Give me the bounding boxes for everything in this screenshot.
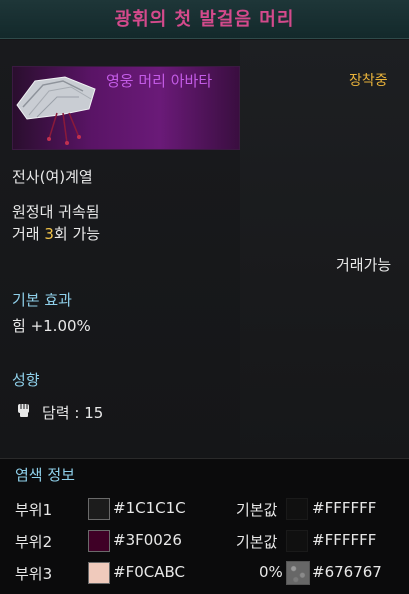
fist-icon (18, 404, 29, 417)
dye-info-heading: 염색 정보 (15, 466, 75, 484)
dye-part-1-base-hex: #FFFFFF (312, 499, 377, 517)
tendency-heading: 성향 (12, 371, 40, 389)
hair-accessory-icon (16, 76, 96, 145)
trade-count: 거래 3회 가능 (12, 225, 101, 243)
tendency-courage: 담력 : 15 (42, 404, 104, 422)
dye-part-2-base-label: 기본값 (236, 533, 278, 551)
equipped-status: 장착중 (349, 73, 388, 89)
dye-part-2-base-hex: #FFFFFF (312, 531, 377, 549)
dye-part-3-swatch (88, 562, 110, 584)
item-title: 광휘의 첫 발걸음 머리 (114, 9, 295, 30)
tradeable-label: 거래가능 (336, 256, 392, 274)
item-grade-type: 영웅 머리 아바타 (106, 72, 213, 90)
tooltip-header: 광휘의 첫 발걸음 머리 (0, 0, 409, 39)
dye-part-1-label: 부위1 (15, 501, 53, 519)
pattern-texture-icon (286, 561, 310, 585)
dye-part-3-hex: #F0CABC (113, 563, 185, 581)
dye-part-1-base-label: 기본값 (236, 501, 278, 519)
dye-part-3-pattern-percent: 0% (259, 563, 283, 581)
dye-part-2-swatch (88, 530, 110, 552)
dye-part-3-pattern-hex: #676767 (312, 563, 382, 581)
bound-status: 원정대 귀속됨 (12, 203, 100, 221)
class-restriction: 전사(여)계열 (12, 168, 93, 186)
dye-part-3-label: 부위3 (15, 565, 53, 583)
trade-count-number: 3 (44, 225, 54, 243)
dye-part-1-swatch (88, 498, 110, 520)
dye-part-2-hex: #3F0026 (113, 531, 182, 549)
base-effect-value: 힘 +1.00% (12, 317, 91, 335)
base-effect-heading: 기본 효과 (12, 291, 72, 309)
dye-part-1-base-swatch (286, 498, 308, 520)
dye-part-2-label: 부위2 (15, 533, 53, 551)
dye-part-2-base-swatch (286, 530, 308, 552)
dye-part-1-hex: #1C1C1C (113, 499, 186, 517)
